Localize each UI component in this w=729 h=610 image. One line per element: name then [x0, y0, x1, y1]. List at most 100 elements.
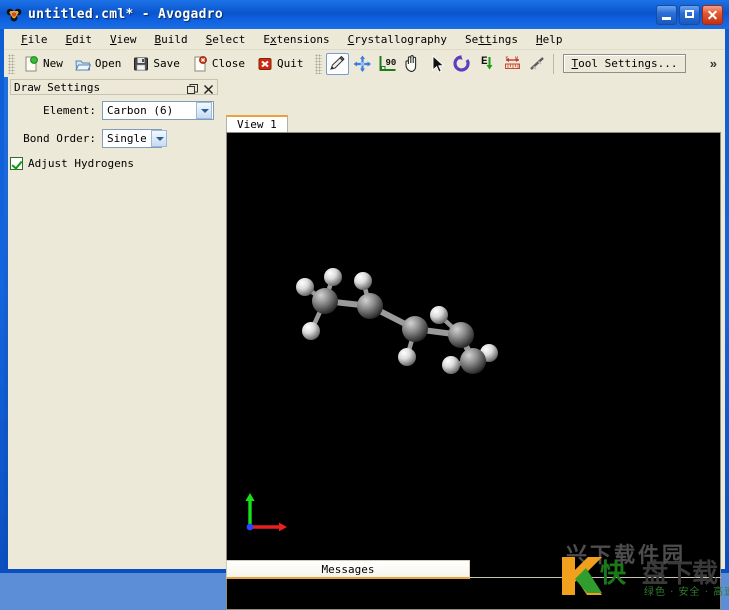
atom-c [448, 322, 474, 348]
menu-select[interactable]: Select [197, 31, 255, 48]
atom-c [312, 288, 338, 314]
minimize-button[interactable] [656, 5, 677, 25]
element-row: Element: Carbon (6) [10, 101, 218, 120]
save-button-label: Save [153, 57, 180, 70]
draw-settings-titlebar: Draw Settings [10, 79, 218, 95]
toolbar-grip-tools[interactable] [315, 54, 322, 74]
maximize-button[interactable] [679, 5, 700, 25]
adjust-hydrogens-label: Adjust Hydrogens [28, 157, 134, 170]
tab-messages-label: Messages [322, 563, 375, 576]
chevron-down-icon[interactable] [196, 102, 212, 119]
application-window: untitled.cml* - Avogadro File Edit View … [0, 0, 729, 573]
tool-bar: New Open [4, 50, 725, 77]
atom-h [398, 348, 416, 366]
quit-button-label: Quit [277, 57, 304, 70]
navigate-tool-button[interactable] [351, 53, 374, 75]
tool-settings-button[interactable]: TTool Settings...ool Settings... [563, 54, 687, 73]
pencil-icon [327, 61, 348, 78]
draw-settings-panel: Draw Settings [4, 77, 222, 569]
toolbar-separator [553, 54, 554, 74]
energy-e-icon: E [477, 61, 498, 78]
diagonal-bond-icon [527, 61, 548, 78]
molecule-3d-viewport[interactable] [227, 133, 720, 557]
window-title: untitled.cml* - Avogadro [28, 7, 223, 22]
element-label: Element: [10, 104, 96, 117]
four-arrows-icon [352, 61, 373, 78]
menu-file[interactable]: File [12, 31, 57, 48]
save-button[interactable]: Save [128, 53, 187, 75]
new-button-label: New [43, 57, 63, 70]
select-tool-button[interactable] [426, 53, 449, 75]
axis-indicator [245, 491, 291, 533]
auto-optimize-tool-button[interactable]: E [476, 53, 499, 75]
open-button-label: Open [95, 57, 122, 70]
atom-h [296, 278, 314, 296]
molecule-render [227, 133, 720, 557]
open-folder-icon [75, 56, 91, 72]
atom-h [430, 306, 448, 324]
tab-view-1[interactable]: View 1 [226, 115, 288, 132]
ruler-measure-icon: K H [502, 61, 523, 78]
menu-settings[interactable]: Settings [456, 31, 527, 48]
close-document-button[interactable]: Close [187, 53, 252, 75]
svg-text:H: H [515, 55, 518, 61]
tab-messages[interactable]: Messages [226, 560, 470, 579]
svg-text:90: 90 [385, 58, 396, 68]
menu-extensions[interactable]: Extensions [254, 31, 338, 48]
bond-centric-tool-button[interactable]: 90 [376, 53, 399, 75]
new-button[interactable]: New [18, 53, 70, 75]
rotate-arrow-icon [452, 61, 473, 78]
hand-icon [402, 61, 423, 78]
messages-bar: Messages [226, 560, 721, 579]
open-button[interactable]: Open [70, 53, 129, 75]
bond-order-value: Single [103, 132, 151, 145]
dock-accent-bar [4, 77, 8, 569]
quit-icon [257, 56, 273, 72]
angle-90-icon: 90 [377, 61, 398, 78]
element-select[interactable]: Carbon (6) [102, 101, 214, 120]
draw-settings-form: Element: Carbon (6) Bond Order: Single [10, 101, 218, 170]
measure-tool-button[interactable]: K H [501, 53, 524, 75]
menu-build[interactable]: Build [146, 31, 197, 48]
floppy-disk-icon [133, 56, 149, 72]
quit-button[interactable]: Quit [252, 53, 311, 75]
chevron-down-icon[interactable] [151, 130, 167, 147]
atom-h [324, 268, 342, 286]
autorotate-tool-button[interactable] [451, 53, 474, 75]
title-bar: untitled.cml* - Avogadro [0, 0, 729, 29]
atom-h [354, 272, 372, 290]
adjust-hydrogens-checkbox[interactable] [10, 157, 23, 170]
view-tabstrip: View 1 [226, 115, 721, 132]
menu-view[interactable]: View [101, 31, 146, 48]
menu-help[interactable]: Help [527, 31, 572, 48]
toolbar-grip-file[interactable] [8, 54, 15, 74]
undock-icon[interactable] [187, 82, 198, 93]
svg-text:K: K [505, 55, 508, 61]
close-button[interactable] [702, 5, 723, 25]
atom-h [302, 322, 320, 340]
bond-order-select[interactable]: Single [102, 129, 162, 148]
cursor-arrow-icon [427, 61, 448, 78]
close-document-icon [192, 56, 208, 72]
window-controls [656, 5, 726, 25]
menu-bar: File Edit View Build Select Extensions C… [4, 29, 725, 50]
atom-c [357, 293, 383, 319]
new-document-icon [23, 56, 39, 72]
tab-view-1-label: View 1 [237, 118, 277, 131]
gl-viewport-frame [226, 132, 721, 610]
align-tool-button[interactable] [526, 53, 549, 75]
messages-bar-rule [470, 577, 721, 578]
menu-edit[interactable]: Edit [57, 31, 102, 48]
bond-order-row: Bond Order: Single [10, 129, 218, 148]
draw-settings-title: Draw Settings [14, 81, 100, 94]
element-value: Carbon (6) [103, 104, 196, 117]
close-panel-icon[interactable] [203, 82, 214, 93]
draw-tool-button[interactable] [326, 53, 349, 75]
manipulate-tool-button[interactable] [401, 53, 424, 75]
atom-c [402, 316, 428, 342]
toolbar-overflow-button[interactable]: » [710, 56, 725, 71]
avogadro-icon [5, 6, 23, 23]
adjust-hydrogens-row[interactable]: Adjust Hydrogens [10, 157, 218, 170]
menu-crystallography[interactable]: Crystallography [339, 31, 456, 48]
svg-text:E: E [481, 56, 488, 68]
